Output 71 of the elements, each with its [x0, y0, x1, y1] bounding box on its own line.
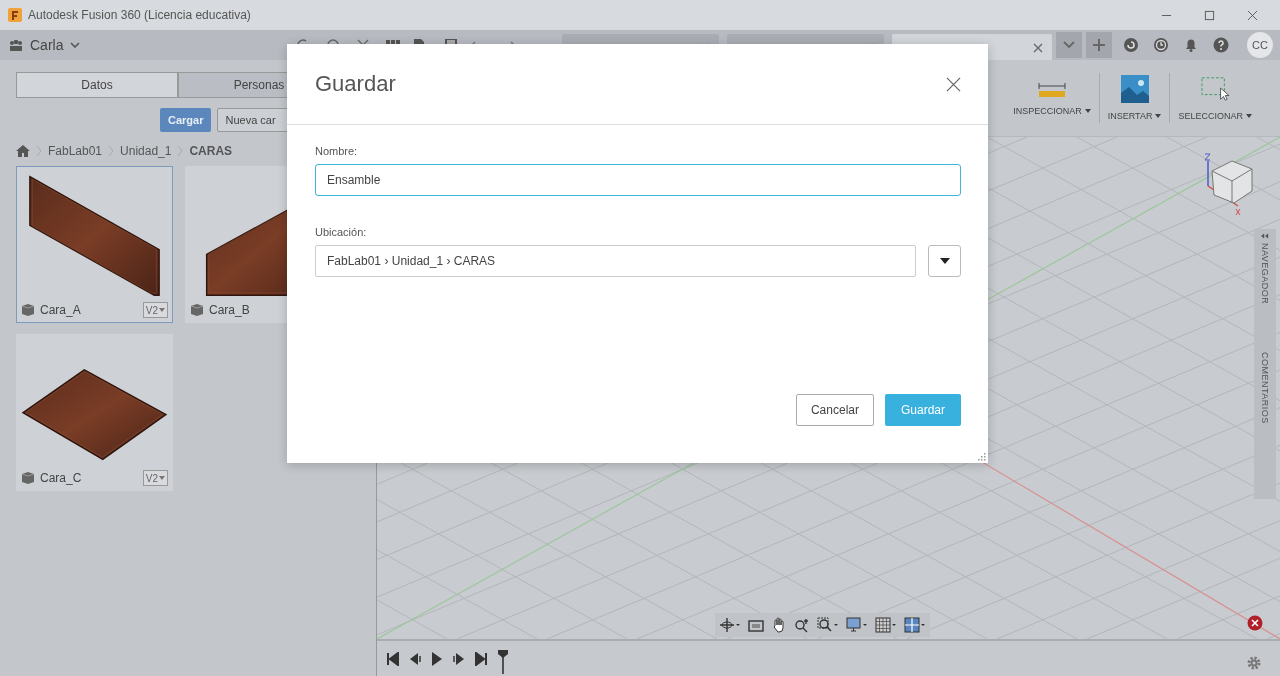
- breadcrumb-item[interactable]: FabLab01: [48, 144, 103, 158]
- side-panel-tab[interactable]: NAVEGADOR: [1254, 229, 1276, 309]
- skip-end-icon[interactable]: [475, 651, 487, 666]
- close-icon[interactable]: [1033, 43, 1043, 53]
- name-field[interactable]: Ensamble: [315, 164, 961, 196]
- plus-icon: [1093, 39, 1105, 51]
- breadcrumb-item: CARAS: [189, 144, 233, 158]
- caret-icon: [159, 308, 165, 313]
- ribbon-menu-button[interactable]: SELECCIONAR: [1176, 75, 1254, 121]
- viewports-icon[interactable]: [904, 617, 926, 633]
- chevron-down-icon: [1063, 39, 1075, 51]
- play-icon[interactable]: [431, 651, 443, 666]
- cancel-button[interactable]: Cancelar: [795, 394, 874, 426]
- design-cube-icon: [190, 303, 204, 318]
- chevron-right-icon: [108, 145, 115, 157]
- version-dropdown[interactable]: V2: [142, 302, 168, 319]
- home-icon[interactable]: [16, 145, 30, 157]
- timeline-marker-icon[interactable]: [497, 649, 509, 674]
- app-logo-icon: [8, 8, 22, 22]
- chevron-right-icon: [36, 145, 42, 157]
- team-icon: [9, 39, 23, 51]
- design-cube-icon: [21, 471, 35, 486]
- caret-icon: [1246, 114, 1252, 118]
- close-icon[interactable]: [1247, 9, 1258, 21]
- double-arrow-icon: [1261, 233, 1269, 239]
- ruler-icon: [1038, 80, 1066, 98]
- ribbon-menu-button[interactable]: INSPECCIONAR: [1011, 80, 1093, 116]
- grid-icon[interactable]: [875, 617, 897, 633]
- file-name: Cara_A: [40, 303, 82, 318]
- orbit-icon[interactable]: [719, 617, 741, 633]
- settings-icon[interactable]: [1246, 655, 1262, 671]
- maximize-icon[interactable]: [1204, 9, 1215, 21]
- ribbon-menu-button[interactable]: INSERTAR: [1105, 75, 1164, 121]
- user-avatar[interactable]: CC: [1247, 32, 1273, 58]
- breadcrumb-item[interactable]: Unidad_1: [120, 144, 172, 158]
- field-label: Nombre:: [315, 145, 359, 157]
- display-icon[interactable]: [846, 617, 868, 633]
- caret-icon: [159, 476, 165, 481]
- zoom-window-icon[interactable]: [817, 617, 839, 633]
- window-title: Autodesk Fusion 360 (Licencia educativa): [28, 8, 251, 22]
- bell-icon[interactable]: [1183, 37, 1199, 53]
- job-status-icon[interactable]: [1123, 37, 1139, 53]
- help-icon[interactable]: [1213, 37, 1229, 53]
- upload-button[interactable]: Cargar: [160, 108, 212, 132]
- clock-icon[interactable]: [1153, 37, 1169, 53]
- chevron-right-icon: [177, 145, 184, 157]
- chevron-down-icon[interactable]: [70, 42, 81, 48]
- file-name: Cara_B: [209, 303, 251, 318]
- caret-icon: [1155, 114, 1162, 118]
- caret-icon: [1084, 109, 1091, 113]
- selection-box-icon: [1201, 75, 1230, 103]
- design-cube-icon: [21, 303, 35, 318]
- version-dropdown[interactable]: V2: [142, 470, 168, 487]
- caret-icon: [939, 258, 950, 264]
- error-icon[interactable]: [1247, 615, 1263, 631]
- step-forward-icon[interactable]: [453, 651, 465, 666]
- panel-tab[interactable]: Datos: [16, 72, 178, 98]
- file-card[interactable]: Cara_A V2: [16, 166, 173, 323]
- file-name: Cara_C: [40, 471, 83, 486]
- close-icon[interactable]: [946, 76, 961, 92]
- step-back-icon[interactable]: [409, 651, 421, 666]
- pan-hand-icon[interactable]: [771, 617, 787, 633]
- skip-start-icon[interactable]: [387, 651, 399, 666]
- file-card[interactable]: Cara_C V2: [16, 334, 173, 491]
- location-dropdown-button[interactable]: [928, 245, 961, 277]
- image-icon: [1120, 75, 1149, 103]
- zoom-icon[interactable]: [794, 617, 810, 633]
- team-selector[interactable]: Carla: [28, 37, 66, 53]
- side-panel-tab[interactable]: COMENTARIOS: [1254, 348, 1276, 429]
- location-field[interactable]: FabLab01 › Unidad_1 › CARAS: [315, 245, 917, 277]
- resize-grip-icon[interactable]: [978, 453, 986, 461]
